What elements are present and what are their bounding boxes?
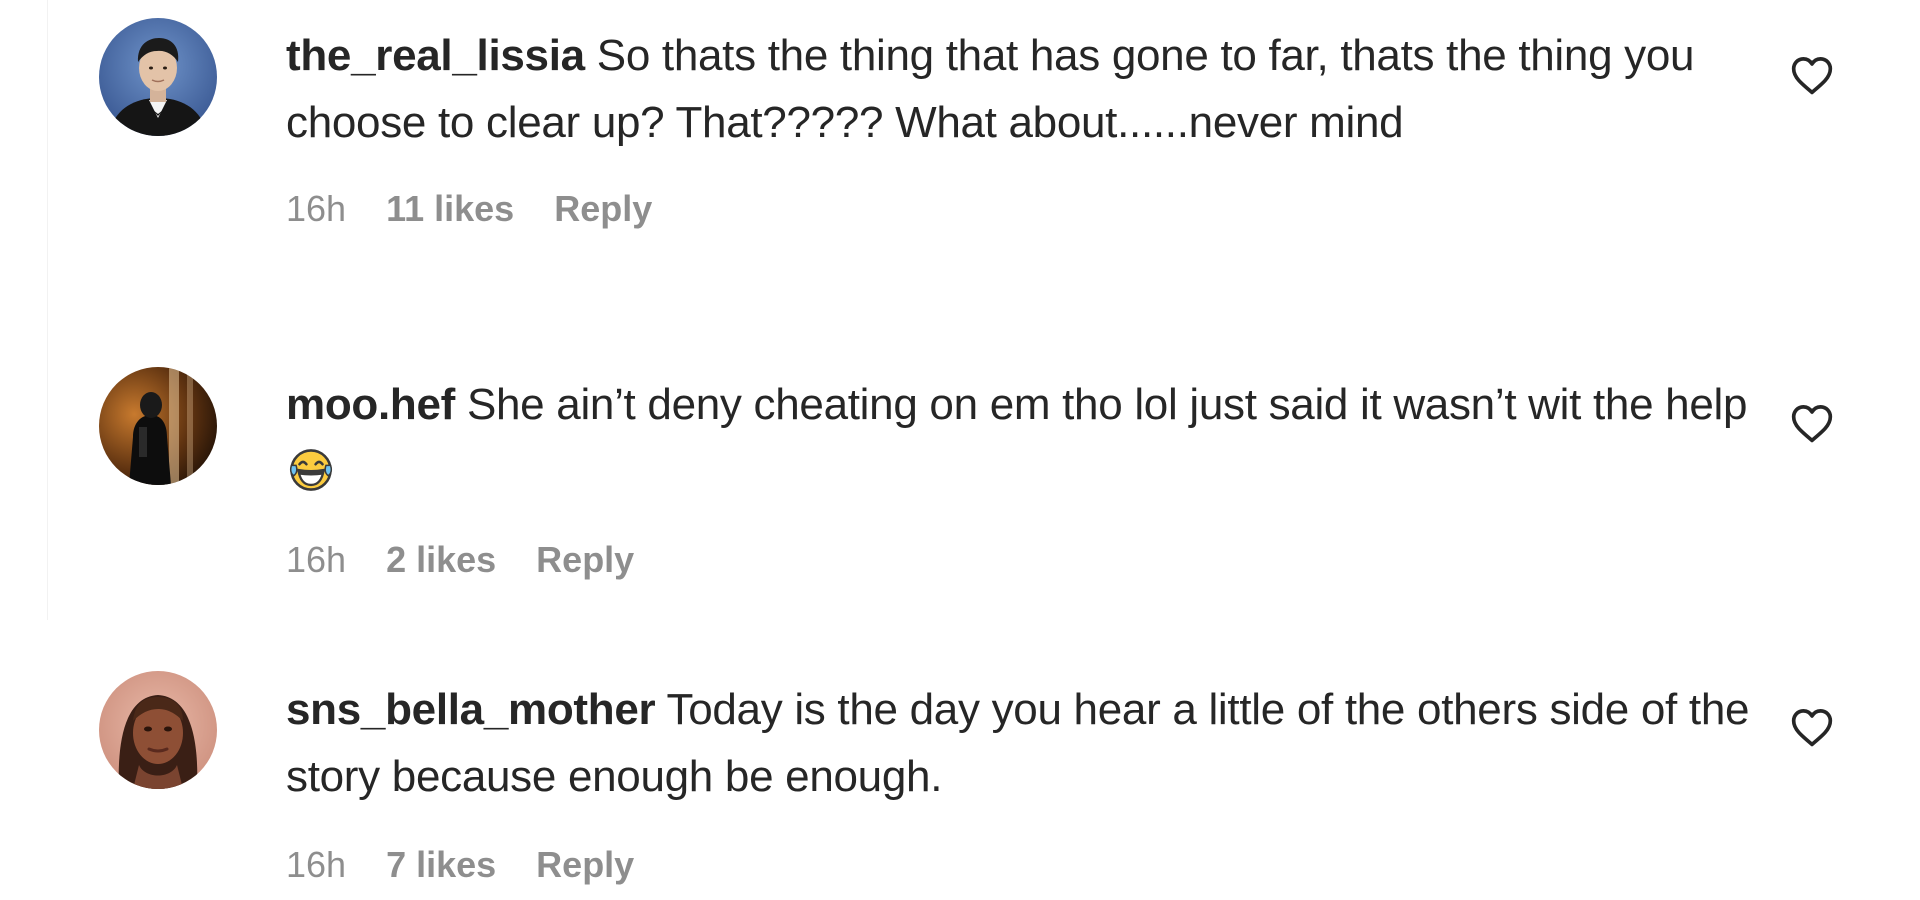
reply-button[interactable]: Reply (536, 539, 634, 581)
comment-meta: 16h 2 likes Reply (286, 535, 1756, 585)
comment-username[interactable]: moo.hef (286, 380, 455, 429)
comment-time[interactable]: 16h (286, 539, 346, 581)
comment-meta: 16h 7 likes Reply (286, 840, 1756, 890)
comment-body: moo.hef She ain’t deny cheating on em th… (286, 371, 1756, 585)
like-button[interactable] (1790, 706, 1834, 748)
reply-button[interactable]: Reply (554, 188, 652, 230)
comment-body: the_real_lissia So thats the thing that … (286, 22, 1756, 234)
comment-body: sns_bella_mother Today is the day you he… (286, 676, 1756, 890)
avatar[interactable] (99, 671, 217, 789)
comment-username[interactable]: the_real_lissia (286, 31, 585, 80)
tears-of-joy-icon (289, 449, 333, 491)
comment-time[interactable]: 16h (286, 188, 346, 230)
avatar[interactable] (99, 18, 217, 136)
avatar-image (99, 18, 217, 136)
avatar-image (99, 671, 217, 789)
comment-likes[interactable]: 11 likes (386, 188, 514, 230)
comment-list: the_real_lissia So thats the thing that … (0, 0, 1920, 900)
avatar[interactable] (99, 367, 217, 485)
comment-likes[interactable]: 2 likes (386, 539, 496, 581)
heart-outline-icon (1791, 57, 1833, 95)
like-button[interactable] (1790, 402, 1834, 444)
comment-meta: 16h 11 likes Reply (286, 184, 1756, 234)
comment-time[interactable]: 16h (286, 844, 346, 886)
comment-text: the_real_lissia So thats the thing that … (286, 22, 1756, 156)
comment-text: sns_bella_mother Today is the day you he… (286, 676, 1756, 810)
comment-message: She ain’t deny cheating on em tho lol ju… (466, 380, 1748, 429)
heart-outline-icon (1791, 405, 1833, 443)
comment-text: moo.hef She ain’t deny cheating on em th… (286, 371, 1756, 505)
heart-outline-icon (1791, 709, 1833, 747)
comment-username[interactable]: sns_bella_mother (286, 685, 656, 734)
reply-button[interactable]: Reply (536, 844, 634, 886)
avatar-image (99, 367, 217, 485)
comment-likes[interactable]: 7 likes (386, 844, 496, 886)
emoji-tears-of-joy (288, 445, 334, 491)
like-button[interactable] (1790, 54, 1834, 96)
